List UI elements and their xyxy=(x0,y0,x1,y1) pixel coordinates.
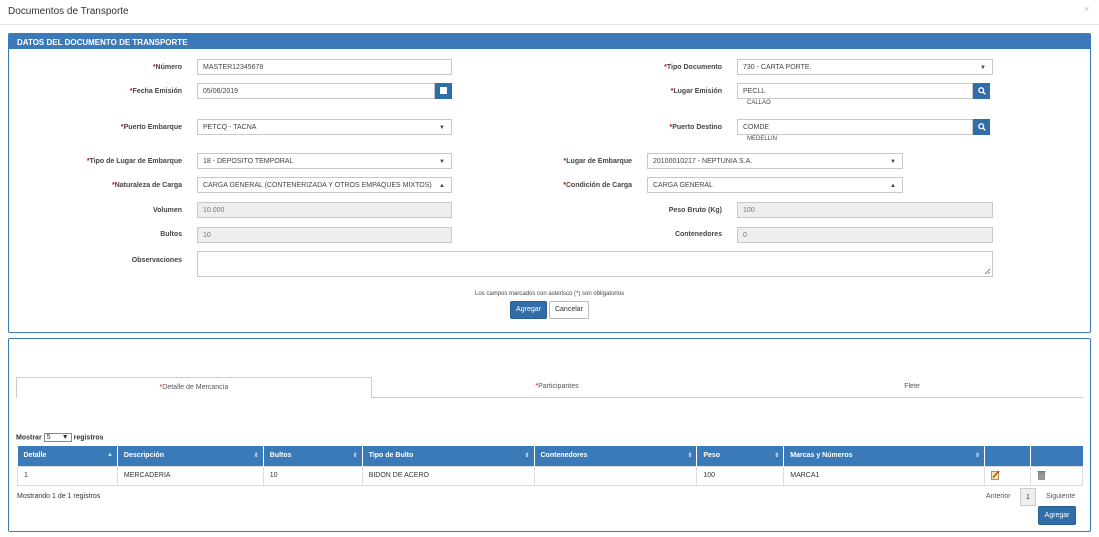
tipo-documento-label: *Tipo Documento xyxy=(664,64,722,71)
cell-descripcion: MERCADERIA xyxy=(116,465,264,486)
observaciones-label: Observaciones xyxy=(131,257,182,264)
table-info: Mostrando 1 de 1 registros xyxy=(17,493,101,500)
chevron-up-icon: ▲ xyxy=(439,183,445,189)
window-title: Documentos de Transporte xyxy=(8,6,129,17)
tab-participantes[interactable]: *Participantes xyxy=(372,377,742,398)
col-edit xyxy=(984,446,1031,466)
puerto-destino-field[interactable]: COMDE xyxy=(737,119,973,135)
tipo-lugar-embarque-select[interactable]: 18 - DEPOSITO TEMPORAL ▼ xyxy=(197,153,452,169)
title-divider xyxy=(0,24,1099,25)
tipo-lugar-embarque-label: *Tipo de Lugar de Embarque xyxy=(86,158,182,165)
col-descripcion[interactable]: Descripción ⇕ xyxy=(117,446,264,466)
cell-contenedores xyxy=(533,465,698,486)
resize-handle-icon[interactable] xyxy=(984,268,991,275)
cell-peso: 100 xyxy=(696,465,785,486)
col-tipo-bulto[interactable]: Tipo de Bulto ⇕ xyxy=(362,446,535,466)
sort-icon: ⇕ xyxy=(774,453,780,459)
trash-icon[interactable] xyxy=(1037,470,1046,480)
table-header-row: Detalle ▲ Descripción ⇕ Bultos ⇕ Tipo de Bu… xyxy=(17,446,1083,466)
col-contenedores[interactable]: Contenedores ⇕ xyxy=(534,446,698,466)
chevron-down-icon: ▼ xyxy=(980,65,986,71)
puerto-embarque-label: *Puerto Embarque xyxy=(120,124,182,131)
cell-tipo-bulto: BIDON DE ACERO xyxy=(361,465,535,486)
chevron-down-icon: ▼ xyxy=(890,159,896,165)
pager-next[interactable]: Siguiente xyxy=(1046,493,1075,500)
pager-page-1[interactable]: 1 xyxy=(1020,488,1036,506)
add-detail-button[interactable]: Agregar xyxy=(1038,506,1076,525)
sort-icon: ⇕ xyxy=(524,453,530,459)
lugar-embarque-label: *Lugar de Embarque xyxy=(563,158,632,165)
bultos-label: Bultos xyxy=(160,231,182,238)
sort-icon: ⇕ xyxy=(687,453,693,459)
cell-detalle: 1 xyxy=(17,465,118,486)
numero-field[interactable]: MASTER12345678 xyxy=(197,59,452,75)
entries-select[interactable]: 5 ▼ xyxy=(43,433,72,442)
peso-bruto-field: 100 xyxy=(737,202,993,218)
volumen-field: 10.000 xyxy=(197,202,452,218)
search-icon xyxy=(977,87,986,95)
panel-header: DATOS DEL DOCUMENTO DE TRANSPORTE xyxy=(9,34,1090,49)
bultos-field: 10 xyxy=(197,227,452,243)
col-bultos[interactable]: Bultos ⇕ xyxy=(263,446,363,466)
chevron-down-icon: ▼ xyxy=(439,125,445,131)
close-icon[interactable]: × xyxy=(1084,4,1089,14)
agregar-button[interactable]: Agregar xyxy=(510,301,547,319)
col-delete xyxy=(1030,446,1083,466)
observaciones-textarea[interactable] xyxy=(197,251,993,277)
chevron-down-icon: ▼ xyxy=(439,159,445,165)
numero-label: *Número xyxy=(152,64,182,71)
puerto-destino-label: *Puerto Destino xyxy=(669,124,722,131)
lugar-emision-description: CALLAO xyxy=(747,100,771,106)
detail-panel xyxy=(8,338,1091,532)
puerto-destino-search-button[interactable] xyxy=(973,119,990,135)
show-entries: Mostrar 5 ▼ registros xyxy=(16,433,104,442)
col-peso[interactable]: Peso ⇕ xyxy=(696,446,785,466)
lugar-embarque-select[interactable]: 20100010217 - NEPTUNIA S.A. ▼ xyxy=(647,153,903,169)
sort-icon: ▲ xyxy=(106,452,113,458)
condicion-carga-label: *Condición de Carga xyxy=(563,182,632,189)
lugar-emision-label: *Lugar Emisión xyxy=(670,88,722,95)
calendar-icon xyxy=(440,87,447,94)
pager-previous[interactable]: Anterior xyxy=(986,493,1011,500)
contenedores-label: Contenedores xyxy=(674,231,722,238)
puerto-embarque-select[interactable]: PETCQ - TACNA ▼ xyxy=(197,119,452,135)
required-note: Los campos marcados con asterisco (*) so… xyxy=(475,291,625,297)
fecha-emision-field[interactable]: 05/06/2019 xyxy=(197,83,435,99)
sort-icon: ⇕ xyxy=(253,453,259,459)
calendar-button[interactable] xyxy=(435,83,452,99)
peso-bruto-label: Peso Bruto (Kg) xyxy=(668,207,722,214)
naturaleza-carga-select[interactable]: CARGA GENERAL (CONTENERIZADA Y OTROS EMP… xyxy=(197,177,452,193)
cell-marcas: MARCA1 xyxy=(783,465,986,486)
table-row: 1 MERCADERIA 10 BIDON DE ACERO 100 MARCA… xyxy=(17,465,1084,486)
tipo-documento-select[interactable]: 730 - CARTA PORTE. ▼ xyxy=(737,59,993,75)
sort-icon: ⇕ xyxy=(975,453,981,459)
puerto-destino-description: MEDELLIN xyxy=(747,136,778,142)
cancelar-button[interactable]: Cancelar xyxy=(549,301,589,319)
volumen-label: Volumen xyxy=(152,207,182,214)
tabs-underline xyxy=(372,397,1083,398)
edit-icon[interactable] xyxy=(991,470,1000,480)
lugar-emision-search-button[interactable] xyxy=(973,83,990,99)
col-marcas-numeros[interactable]: Marcas y Números ⇕ xyxy=(783,446,986,466)
sort-icon: ⇕ xyxy=(352,453,358,459)
fecha-emision-label: *Fecha Emisión xyxy=(129,88,182,95)
naturaleza-carga-label: *Naturaleza de Carga xyxy=(111,182,182,189)
tab-flete[interactable]: Flete xyxy=(742,377,1082,398)
search-icon xyxy=(977,123,986,131)
tab-detalle-mercancia[interactable]: *Detalle de Mercancía xyxy=(16,377,372,398)
merchandise-table: Detalle ▲ Descripción ⇕ Bultos ⇕ Tipo de Bu… xyxy=(17,446,1084,486)
condicion-carga-select[interactable]: CARGA GENERAL ▲ xyxy=(647,177,903,193)
chevron-down-icon: ▼ xyxy=(61,434,69,441)
col-detalle[interactable]: Detalle ▲ xyxy=(17,446,118,466)
chevron-up-icon: ▲ xyxy=(890,183,896,189)
contenedores-field: 0 xyxy=(737,227,993,243)
lugar-emision-field[interactable]: PECLL xyxy=(737,83,973,99)
cell-bultos: 10 xyxy=(262,465,363,486)
